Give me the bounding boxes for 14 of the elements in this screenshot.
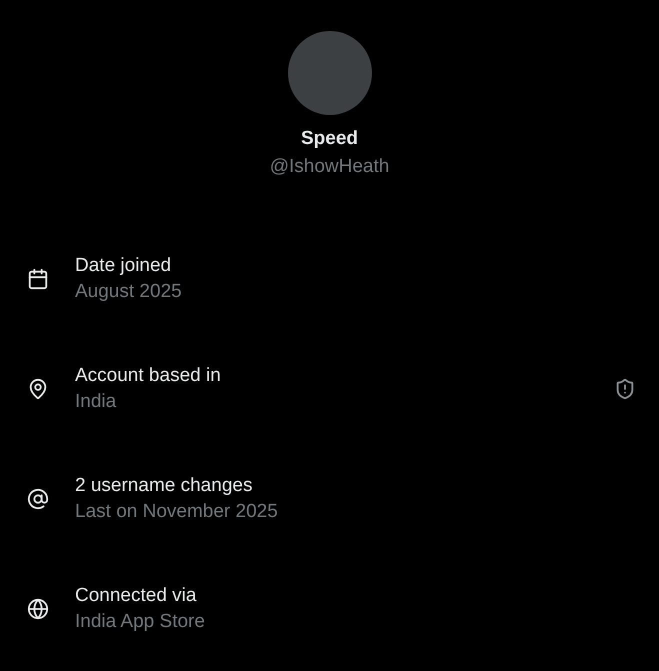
- display-name: Speed: [300, 127, 358, 151]
- detail-title: Date joined: [75, 254, 172, 278]
- at-sign-icon: [27, 488, 49, 510]
- detail-title: Connected via: [75, 584, 198, 608]
- detail-value: India App Store: [75, 610, 206, 634]
- location-pin-icon: [27, 378, 49, 400]
- username-handle: @IshowHeath: [270, 155, 390, 179]
- detail-value: August 2025: [75, 280, 183, 304]
- globe-icon: [27, 598, 49, 620]
- detail-title: Account based in: [75, 364, 222, 388]
- detail-value: Last on November 2025: [75, 500, 279, 524]
- calendar-icon: [27, 268, 49, 290]
- detail-value: India: [75, 390, 118, 414]
- detail-title: 2 username changes: [75, 474, 254, 498]
